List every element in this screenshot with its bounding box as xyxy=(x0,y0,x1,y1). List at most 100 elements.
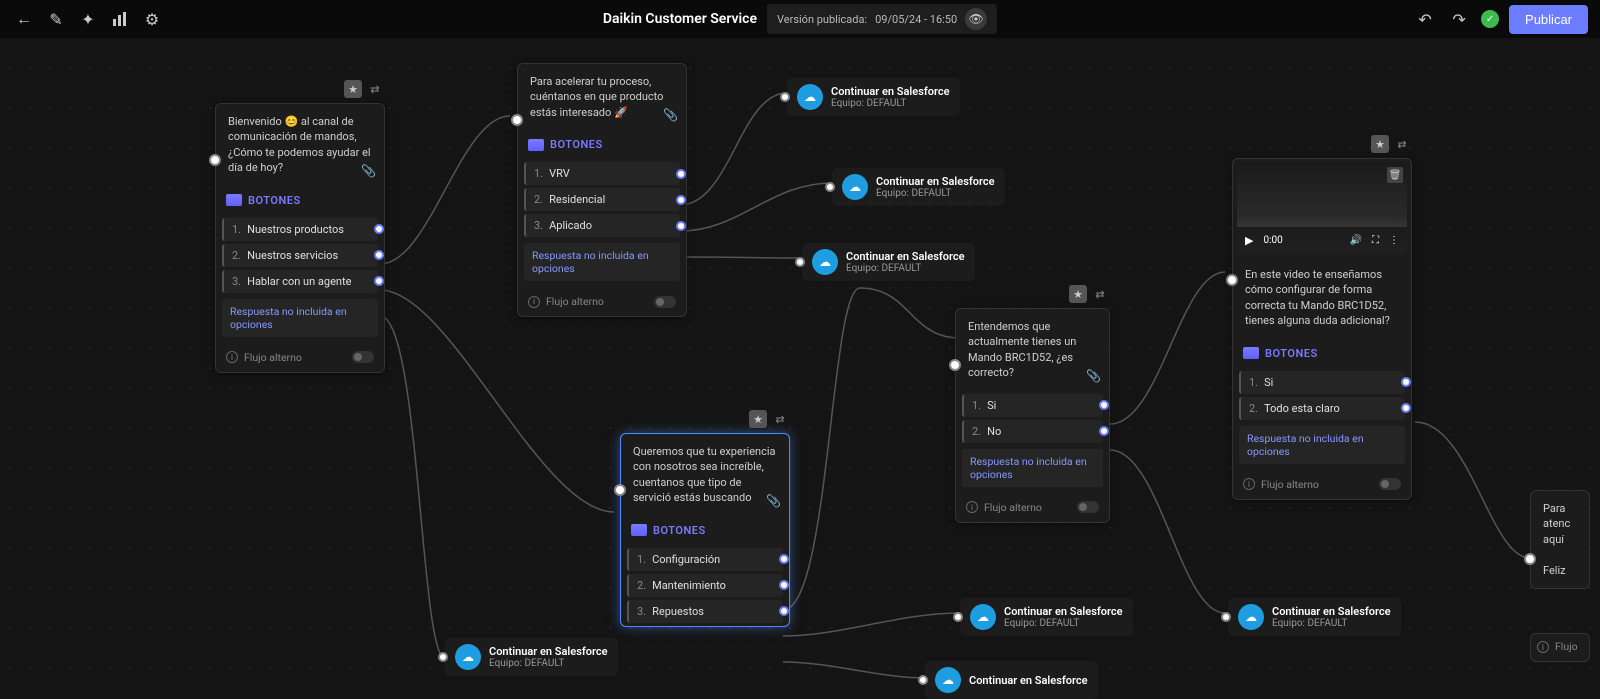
node-message[interactable]: Bienvenido 😊 al canal de comunicación de… xyxy=(216,104,384,186)
attach-icon[interactable]: 📎 xyxy=(663,107,678,124)
undo-icon[interactable]: ↶ xyxy=(1413,7,1437,31)
fallback-option[interactable]: Respuesta no incluida en opciones xyxy=(1239,426,1405,464)
output-port[interactable] xyxy=(676,221,686,231)
input-port[interactable] xyxy=(1221,612,1231,622)
node-services[interactable]: ★⇄ Queremos que tu experiencia con nosot… xyxy=(620,433,790,627)
salesforce-node[interactable]: ☁Continuar en SalesforceEquipo: DEFAULT xyxy=(960,598,1133,636)
shuffle-icon[interactable]: ⇄ xyxy=(1091,285,1109,303)
alt-flow-toggle[interactable] xyxy=(1077,501,1099,513)
delete-video-icon[interactable]: 🗑 xyxy=(1387,167,1403,183)
more-icon[interactable]: ⋮ xyxy=(1389,235,1399,246)
info-icon[interactable]: i xyxy=(966,501,978,513)
version-pill[interactable]: Versión publicada: 09/05/24 - 16:50 👁 xyxy=(767,4,997,34)
output-port[interactable] xyxy=(374,224,384,234)
salesforce-node[interactable]: ☁Continuar en SalesforceEquipo: DEFAULT xyxy=(1228,598,1401,636)
option-row[interactable]: 3.Hablar con un agente xyxy=(222,270,378,293)
alt-flow-toggle[interactable] xyxy=(1379,478,1401,490)
input-port[interactable] xyxy=(780,92,790,102)
node-message[interactable]: En este video te enseñamos cómo configur… xyxy=(1233,257,1411,339)
star-icon[interactable]: ★ xyxy=(1371,135,1389,153)
preview-eye-icon[interactable]: 👁 xyxy=(965,8,987,30)
salesforce-node[interactable]: ☁Continuar en SalesforceEquipo: DEFAULT xyxy=(787,78,960,116)
salesforce-node[interactable]: ☁Continuar en Salesforce xyxy=(925,661,1098,699)
input-port[interactable] xyxy=(918,675,928,685)
stats-icon[interactable] xyxy=(108,7,132,31)
node-message[interactable]: Queremos que tu experiencia con nosotros… xyxy=(621,434,789,516)
fallback-option[interactable]: Respuesta no incluida en opciones xyxy=(962,449,1103,487)
flow-canvas[interactable]: ★⇄ Bienvenido 😊 al canal de comunicación… xyxy=(0,38,1600,681)
option-row[interactable]: 1.Configuración xyxy=(627,548,783,571)
salesforce-node[interactable]: ☁Continuar en SalesforceEquipo: DEFAULT xyxy=(832,168,1005,206)
option-row[interactable]: 2.Residencial xyxy=(524,188,680,211)
option-row[interactable]: 2.Todo esta claro xyxy=(1239,397,1405,420)
option-row[interactable]: 2.Nuestros servicios xyxy=(222,244,378,267)
video-controls[interactable]: ▶ 0:00 🔊 ⛶ ⋮ xyxy=(1237,227,1407,253)
output-port[interactable] xyxy=(676,195,686,205)
salesforce-node[interactable]: ☁Continuar en SalesforceEquipo: DEFAULT xyxy=(802,243,975,281)
redo-icon[interactable]: ↷ xyxy=(1447,7,1471,31)
node-message[interactable]: Para acelerar tu proceso, cuéntanos en q… xyxy=(518,64,686,130)
option-row[interactable]: 2.No xyxy=(962,420,1103,443)
shuffle-icon[interactable]: ⇄ xyxy=(366,80,384,98)
output-port[interactable] xyxy=(676,169,686,179)
shuffle-icon[interactable]: ⇄ xyxy=(771,410,789,428)
output-port[interactable] xyxy=(374,276,384,286)
node-partial[interactable]: Para atenc aquí Feliz xyxy=(1530,490,1590,589)
node-video[interactable]: ★⇄ 🗑 ▶ 0:00 🔊 ⛶ ⋮ En este video te enseñ… xyxy=(1232,158,1412,500)
input-port[interactable] xyxy=(438,652,448,662)
option-row[interactable]: 3.Repuestos xyxy=(627,600,783,623)
alt-flow-toggle[interactable] xyxy=(352,351,374,363)
output-port[interactable] xyxy=(1099,426,1109,436)
video-preview[interactable]: 🗑 ▶ 0:00 🔊 ⛶ ⋮ xyxy=(1237,163,1407,253)
input-port[interactable] xyxy=(953,612,963,622)
input-port[interactable] xyxy=(825,182,835,192)
fullscreen-icon[interactable]: ⛶ xyxy=(1372,235,1379,246)
output-port[interactable] xyxy=(779,580,789,590)
salesforce-icon: ☁ xyxy=(455,644,481,670)
publish-button[interactable]: Publicar xyxy=(1509,5,1588,34)
output-port[interactable] xyxy=(374,250,384,260)
option-row[interactable]: 1.Si xyxy=(1239,371,1405,394)
option-row[interactable]: 1.VRV xyxy=(524,162,680,185)
output-port[interactable] xyxy=(1401,403,1411,413)
alt-flow-toggle[interactable] xyxy=(654,296,676,308)
info-icon[interactable]: i xyxy=(1537,641,1549,653)
fallback-option[interactable]: Respuesta no incluida en opciones xyxy=(222,299,378,337)
volume-icon[interactable]: 🔊 xyxy=(1350,235,1362,246)
back-icon[interactable]: ← xyxy=(12,7,36,31)
input-port[interactable] xyxy=(1524,553,1536,565)
node-message[interactable]: Entendemos que actualmente tienes un Man… xyxy=(956,309,1109,391)
puzzle-icon[interactable]: ✦ xyxy=(76,7,100,31)
output-port[interactable] xyxy=(1099,400,1109,410)
salesforce-node[interactable]: ☁Continuar en SalesforceEquipo: DEFAULT xyxy=(445,638,618,676)
option-row[interactable]: 2.Mantenimiento xyxy=(627,574,783,597)
input-port[interactable] xyxy=(795,257,805,267)
info-icon[interactable]: i xyxy=(226,351,238,363)
node-confirm[interactable]: ★⇄ Entendemos que actualmente tienes un … xyxy=(955,308,1110,523)
star-icon[interactable]: ★ xyxy=(344,80,362,98)
option-row[interactable]: 1.Nuestros productos xyxy=(222,218,378,241)
buttons-section: BOTONES xyxy=(216,186,384,215)
video-time: 0:00 xyxy=(1263,235,1282,246)
node-welcome[interactable]: ★⇄ Bienvenido 😊 al canal de comunicación… xyxy=(215,103,385,373)
output-port[interactable] xyxy=(779,554,789,564)
edit-icon[interactable]: ✎ xyxy=(44,7,68,31)
option-row[interactable]: 3.Aplicado xyxy=(524,214,680,237)
info-icon[interactable]: i xyxy=(1243,478,1255,490)
option-row[interactable]: 1.Si xyxy=(962,394,1103,417)
node-products[interactable]: Para acelerar tu proceso, cuéntanos en q… xyxy=(517,63,687,317)
play-icon[interactable]: ▶ xyxy=(1245,234,1253,247)
fallback-option[interactable]: Respuesta no incluida en opciones xyxy=(524,243,680,281)
attach-icon[interactable]: 📎 xyxy=(766,493,781,510)
gear-icon[interactable]: ⚙ xyxy=(140,7,164,31)
buttons-section: BOTONES xyxy=(518,130,686,159)
output-port[interactable] xyxy=(779,606,789,616)
star-icon[interactable]: ★ xyxy=(1069,285,1087,303)
attach-icon[interactable]: 📎 xyxy=(361,163,376,180)
status-ok-icon: ✓ xyxy=(1481,10,1499,28)
attach-icon[interactable]: 📎 xyxy=(1086,368,1101,385)
star-icon[interactable]: ★ xyxy=(749,410,767,428)
shuffle-icon[interactable]: ⇄ xyxy=(1393,135,1411,153)
info-icon[interactable]: i xyxy=(528,296,540,308)
output-port[interactable] xyxy=(1401,377,1411,387)
